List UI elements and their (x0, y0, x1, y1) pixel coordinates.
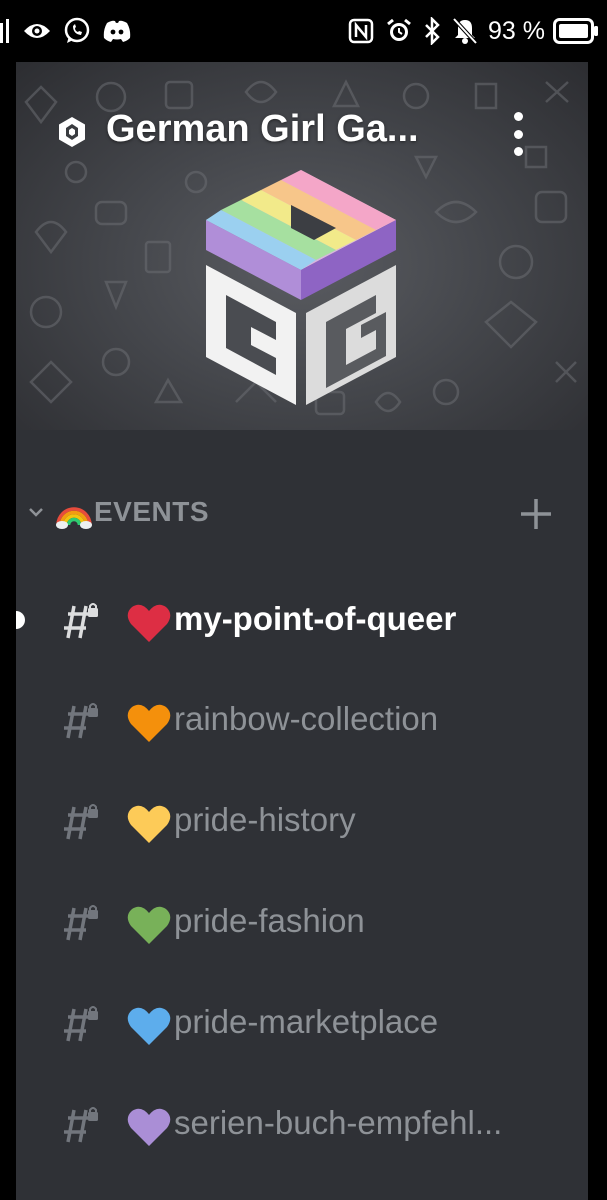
nfc-icon (346, 16, 376, 46)
mute-icon (450, 16, 480, 46)
right-edge-strip (588, 62, 607, 1200)
heart-emoji-icon (127, 604, 171, 642)
heart-emoji-icon (127, 1108, 171, 1146)
status-bar-left (0, 14, 132, 48)
channel-name[interactable]: pride-marketplace (174, 1003, 438, 1041)
locked-text-channel-icon (64, 1006, 98, 1042)
category-label[interactable]: EVENTS (94, 496, 209, 528)
plus-icon[interactable] (518, 496, 554, 532)
server-boost-badge-icon (59, 117, 85, 147)
server-logo (206, 170, 396, 405)
channel-name[interactable]: my-point-of-queer (174, 600, 456, 638)
heart-emoji-icon (127, 704, 171, 742)
unread-indicator (16, 611, 25, 629)
heart-emoji-icon (127, 1007, 171, 1045)
status-bar: 93 % (0, 0, 607, 62)
locked-text-channel-icon (64, 603, 98, 639)
server-header[interactable]: German Girl Ga... (16, 102, 588, 162)
heart-emoji-icon (127, 805, 171, 843)
chevron-down-icon[interactable] (26, 502, 46, 522)
left-strip (0, 62, 16, 1200)
signal-icon (0, 16, 12, 46)
discord-icon (102, 16, 132, 46)
rainbow-emoji-icon (56, 507, 92, 529)
server-banner[interactable]: German Girl Ga... (16, 62, 588, 430)
channel-my-point-of-queer[interactable]: my-point-of-queer (16, 580, 588, 660)
locked-text-channel-icon (64, 1107, 98, 1143)
battery-percent: 93 % (488, 16, 545, 45)
eye-icon (22, 16, 52, 46)
channel-name[interactable]: pride-history (174, 801, 356, 839)
channel-name[interactable]: serien-buch-empfehl... (174, 1104, 502, 1142)
channel-serien-buch-empfehlungen[interactable]: serien-buch-empfehl... (16, 1084, 588, 1164)
channel-pride-marketplace[interactable]: pride-marketplace (16, 983, 588, 1063)
category-events[interactable]: EVENTS (16, 482, 588, 542)
channel-sidebar: German Girl Ga... EVENTS my-point-of-que… (16, 62, 588, 1200)
channel-name[interactable]: rainbow-collection (174, 700, 438, 738)
alarm-icon (384, 16, 414, 46)
battery-icon (553, 16, 599, 46)
kebab-menu-icon[interactable] (506, 112, 530, 156)
channel-pride-fashion[interactable]: pride-fashion (16, 882, 588, 962)
locked-text-channel-icon (64, 804, 98, 840)
bluetooth-icon (422, 16, 442, 46)
channel-name[interactable]: pride-fashion (174, 902, 365, 940)
locked-text-channel-icon (64, 905, 98, 941)
whatsapp-icon (62, 16, 92, 46)
channel-pride-history[interactable]: pride-history (16, 781, 588, 861)
channel-rainbow-collection[interactable]: rainbow-collection (16, 680, 588, 760)
server-name[interactable]: German Girl Ga... (106, 108, 419, 151)
status-bar-right: 93 % (346, 14, 599, 48)
locked-text-channel-icon (64, 703, 98, 739)
heart-emoji-icon (127, 906, 171, 944)
